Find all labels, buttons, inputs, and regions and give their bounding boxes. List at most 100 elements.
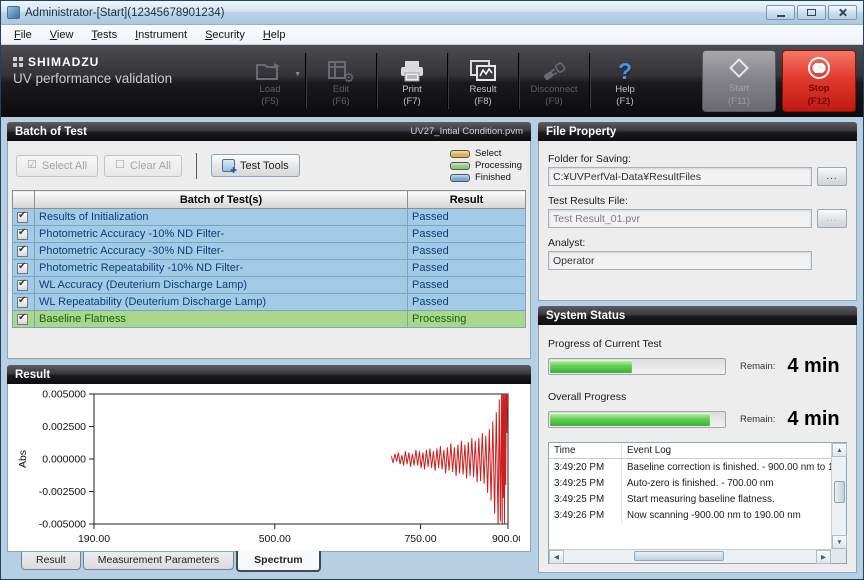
menu-tests[interactable]: Tests: [82, 27, 126, 43]
test-name-column-header: Batch of Test(s): [35, 191, 408, 209]
minimize-icon: [777, 15, 785, 17]
log-event: Start measuring baseline flatness.: [621, 491, 831, 507]
result-panel-header: Result: [7, 365, 531, 384]
help-button[interactable]: ? Help (F1): [592, 45, 658, 117]
stop-icon: [806, 55, 832, 81]
clear-all-button[interactable]: ☐Clear All: [104, 155, 182, 177]
minimize-button[interactable]: [766, 5, 795, 20]
legend-select-label: Select: [475, 148, 501, 159]
legend-finished-label: Finished: [475, 172, 511, 183]
row-checkbox[interactable]: [17, 263, 28, 274]
maximize-button[interactable]: [797, 5, 826, 20]
overall-progress-bar: [548, 411, 726, 428]
vertical-scroll-thumb[interactable]: [834, 481, 845, 503]
menu-security[interactable]: Security: [196, 27, 254, 43]
test-name: Photometric Accuracy -10% ND Filter-: [35, 226, 408, 243]
folder-browse-button[interactable]: ...: [817, 167, 847, 186]
test-result: Passed: [408, 226, 526, 243]
log-event: Auto-zero is finished. - 700.00 nm: [621, 475, 831, 491]
legend-processing-swatch: [450, 162, 470, 170]
load-dropdown-icon[interactable]: ▼: [294, 69, 301, 80]
test-results-file-label: Test Results File:: [548, 195, 847, 207]
close-button[interactable]: [828, 5, 857, 20]
scroll-up-icon[interactable]: ▲: [832, 443, 847, 457]
scroll-left-icon[interactable]: ◀: [549, 550, 564, 564]
analyst-input[interactable]: [548, 251, 812, 270]
svg-text:0.002500: 0.002500: [42, 421, 86, 433]
start-button[interactable]: Start (F11): [702, 50, 776, 112]
result-tabs: Result Measurement Parameters Spectrum: [7, 552, 531, 573]
menu-bar: File View Tests Instrument Security Help: [1, 25, 863, 45]
table-row[interactable]: Photometric Accuracy -10% ND Filter-Pass…: [13, 226, 526, 243]
test-result: Passed: [408, 260, 526, 277]
spectrum-chart: 0.0050000.0025000.000000-0.002500-0.0050…: [7, 384, 531, 552]
stop-key: (F12): [808, 96, 831, 107]
svg-text:190.00: 190.00: [78, 533, 110, 545]
spectrum-chart-svg: 0.0050000.0025000.000000-0.002500-0.0050…: [10, 386, 520, 572]
table-row[interactable]: WL Repeatability (Deuterium Discharge La…: [13, 294, 526, 311]
stop-button[interactable]: Stop (F12): [782, 50, 856, 112]
content-area: Batch of Test UV27_Intial Condition.pvm …: [1, 117, 863, 579]
log-time-header: Time: [549, 443, 621, 458]
test-name: Baseline Flatness: [35, 311, 408, 328]
result-button[interactable]: Result (F8): [450, 45, 516, 117]
svg-text:Abs: Abs: [17, 450, 29, 468]
svg-text:-0.005000: -0.005000: [39, 519, 86, 531]
log-row: 3:49:20 PMBaseline correction is finishe…: [549, 459, 831, 475]
system-status-title: System Status: [546, 310, 625, 322]
table-row[interactable]: Baseline FlatnessProcessing: [13, 311, 526, 328]
menu-help[interactable]: Help: [254, 27, 295, 43]
test-result: Passed: [408, 243, 526, 260]
table-row[interactable]: Photometric Accuracy -30% ND Filter-Pass…: [13, 243, 526, 260]
log-time: 3:49:25 PM: [549, 475, 621, 491]
title-bar[interactable]: Administrator-[Start](12345678901234): [1, 1, 863, 25]
row-checkbox[interactable]: [17, 314, 28, 325]
current-remain-label: Remain:: [740, 361, 775, 372]
row-checkbox[interactable]: [17, 280, 28, 291]
file-browse-button[interactable]: ...: [817, 209, 847, 228]
load-button[interactable]: Load (F5) ▼: [237, 45, 303, 117]
result-icon: [468, 55, 498, 83]
analyst-label: Analyst:: [548, 237, 847, 249]
disconnect-label: Disconnect: [531, 84, 578, 95]
horizontal-scroll-thumb[interactable]: [634, 551, 724, 561]
print-button[interactable]: Print (F7): [379, 45, 445, 117]
log-vertical-scrollbar[interactable]: ▲ ▼: [831, 443, 846, 549]
scroll-right-icon[interactable]: ▶: [816, 550, 831, 564]
print-key: (F7): [403, 96, 420, 107]
test-tools-icon: [222, 159, 235, 172]
tab-measurement-parameters[interactable]: Measurement Parameters: [83, 552, 234, 570]
select-all-button[interactable]: ☑Select All: [16, 155, 98, 177]
legend-processing-label: Processing: [475, 160, 522, 171]
menu-view[interactable]: View: [41, 27, 83, 43]
tools-separator: [196, 153, 197, 179]
row-checkbox[interactable]: [17, 212, 28, 223]
edit-button[interactable]: ⚙ Edit (F6): [308, 45, 374, 117]
test-result: Passed: [408, 277, 526, 294]
log-row: 3:49:25 PMStart measuring baseline flatn…: [549, 491, 831, 507]
row-checkbox[interactable]: [17, 229, 28, 240]
select-all-icon: ☑: [27, 160, 37, 171]
tab-result[interactable]: Result: [21, 552, 81, 570]
row-checkbox[interactable]: [17, 297, 28, 308]
menu-instrument[interactable]: Instrument: [126, 27, 196, 43]
current-remain-value: 4 min: [787, 355, 839, 378]
event-log: Time Event Log 3:49:20 PMBaseline correc…: [548, 442, 847, 564]
table-row[interactable]: Results of InitializationPassed: [13, 209, 526, 226]
test-results-file-input[interactable]: [548, 209, 812, 228]
disconnect-button[interactable]: Disconnect (F9): [521, 45, 587, 117]
log-horizontal-scrollbar[interactable]: ◀ ▶: [549, 549, 831, 563]
test-tools-button[interactable]: Test Tools: [211, 154, 300, 177]
app-window: Administrator-[Start](12345678901234) Fi…: [0, 0, 864, 580]
scroll-down-icon[interactable]: ▼: [832, 535, 847, 549]
row-checkbox[interactable]: [17, 246, 28, 257]
result-column-header: Result: [408, 191, 526, 209]
current-test-progress-label: Progress of Current Test: [548, 338, 847, 350]
folder-saving-input[interactable]: [548, 167, 812, 186]
table-row[interactable]: WL Accuracy (Deuterium Discharge Lamp)Pa…: [13, 277, 526, 294]
print-icon: [398, 55, 426, 83]
toolbar-separator: [376, 53, 377, 109]
menu-file[interactable]: File: [5, 27, 41, 43]
tab-spectrum[interactable]: Spectrum: [236, 551, 320, 572]
table-row[interactable]: Photometric Repeatability -10% ND Filter…: [13, 260, 526, 277]
